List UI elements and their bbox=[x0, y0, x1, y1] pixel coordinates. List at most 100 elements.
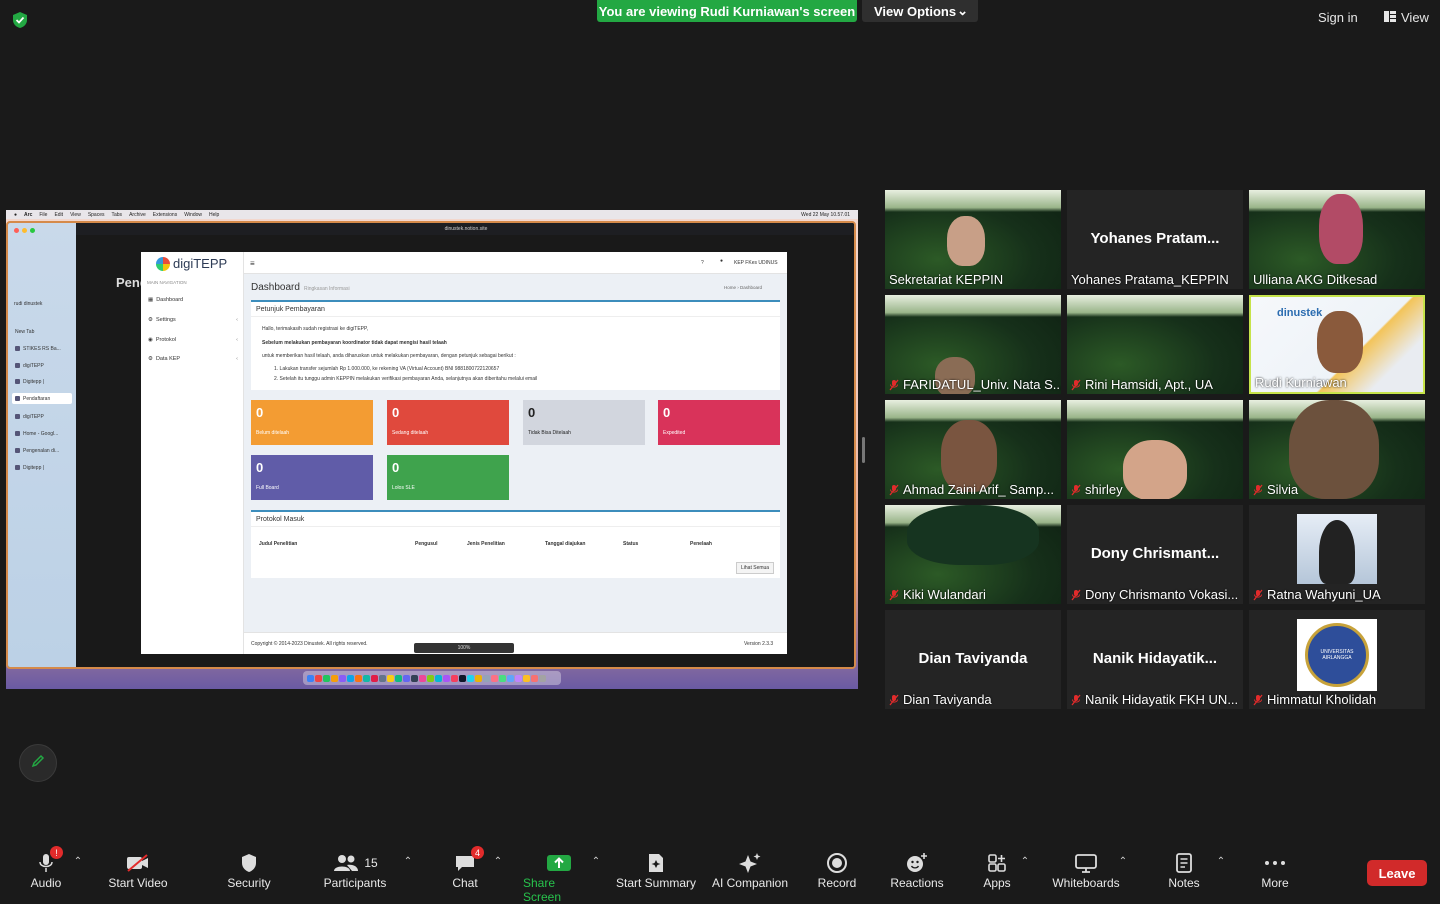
participant-tile[interactable]: Ratna Wahyuni_UA bbox=[1249, 505, 1425, 604]
participant-name-large: Yohanes Pratam... bbox=[1090, 230, 1220, 247]
dock-app-icon[interactable] bbox=[459, 674, 466, 682]
reactions-button[interactable]: Reactions bbox=[888, 850, 946, 890]
arc-tab[interactable]: Digitepp | bbox=[12, 462, 72, 473]
dock-app-icon[interactable] bbox=[355, 674, 362, 682]
zoom-control[interactable]: 100% bbox=[414, 643, 514, 653]
dock-app-icon[interactable] bbox=[347, 674, 354, 682]
dock-app-icon[interactable] bbox=[419, 674, 426, 682]
dock-app-icon[interactable] bbox=[315, 674, 322, 682]
participant-tile[interactable]: Dian Taviyanda Dian Taviyanda bbox=[885, 610, 1061, 709]
tile-sedang-ditelaah[interactable]: 0 Sedang ditelaah bbox=[387, 400, 509, 445]
participant-tile[interactable]: Rini Hamsidi, Apt., UA bbox=[1067, 295, 1243, 394]
apps-button[interactable]: Apps bbox=[980, 850, 1014, 890]
url-bar[interactable]: dinustek.notion.site bbox=[76, 223, 854, 235]
dock-app-icon[interactable] bbox=[403, 674, 410, 682]
arc-tab[interactable]: STIKES RS Ba... bbox=[12, 343, 72, 354]
tile-expedited[interactable]: 0 Expedited bbox=[658, 400, 780, 445]
warning-text: Sebelum melakukan pembayaran koordinator… bbox=[262, 340, 447, 346]
tile-lolos-sle[interactable]: 0 Lolos SLE bbox=[387, 455, 509, 500]
dock-app-icon[interactable] bbox=[443, 674, 450, 682]
participant-tile[interactable]: UNIVERSITAS AIRLANGGA Himmatul Kholidah bbox=[1249, 610, 1425, 709]
dock-app-icon[interactable] bbox=[491, 674, 498, 682]
participant-tile[interactable]: Yohanes Pratam... Yohanes Pratama_KEPPIN bbox=[1067, 190, 1243, 289]
dock-app-icon[interactable] bbox=[539, 674, 546, 682]
viewing-screen-banner: You are viewing Rudi Kurniawan's screen bbox=[597, 0, 857, 22]
dock-app-icon[interactable] bbox=[451, 674, 458, 682]
dock-app-icon[interactable] bbox=[515, 674, 522, 682]
dock-app-icon[interactable] bbox=[339, 674, 346, 682]
view-options-button[interactable]: View Options ⌄ bbox=[862, 0, 978, 22]
user-name[interactable]: KEP FKes UDINUS bbox=[734, 260, 778, 266]
dock-app-icon[interactable] bbox=[331, 674, 338, 682]
arc-tab[interactable]: digiTEPP bbox=[12, 411, 72, 422]
dock-app-icon[interactable] bbox=[371, 674, 378, 682]
dock-app-icon[interactable] bbox=[363, 674, 370, 682]
nav-data-kep[interactable]: ⚙ Data KEP ‹ bbox=[148, 356, 238, 362]
dock-app-icon[interactable] bbox=[475, 674, 482, 682]
dock-app-icon[interactable] bbox=[387, 674, 394, 682]
split-divider[interactable] bbox=[862, 437, 865, 463]
arc-tab[interactable]: Home - Googl... bbox=[12, 428, 72, 439]
dock-app-icon[interactable] bbox=[499, 674, 506, 682]
arc-tab[interactable]: Pengenalan di... bbox=[12, 445, 72, 456]
leave-button[interactable]: Leave bbox=[1367, 860, 1427, 886]
encryption-shield-icon[interactable] bbox=[10, 10, 30, 30]
whiteboards-button[interactable]: Whiteboards bbox=[1050, 850, 1122, 890]
start-summary-button[interactable]: Start Summary bbox=[615, 850, 697, 890]
dock-app-icon[interactable] bbox=[531, 674, 538, 682]
dock-app-icon[interactable] bbox=[411, 674, 418, 682]
more-button[interactable]: More bbox=[1259, 850, 1291, 890]
annotate-pencil-button[interactable] bbox=[19, 744, 57, 782]
hamburger-icon[interactable]: ≡ bbox=[250, 259, 255, 268]
audio-button[interactable]: ! Audio bbox=[29, 846, 63, 890]
dock-app-icon[interactable] bbox=[395, 674, 402, 682]
start-video-button[interactable]: Start Video bbox=[106, 850, 170, 890]
share-screen-button[interactable]: Share Screen bbox=[523, 850, 595, 904]
arc-tab[interactable]: Digitepp | bbox=[12, 376, 72, 387]
digitepp-logo[interactable]: digiTEPP bbox=[156, 256, 227, 271]
view-button[interactable]: View bbox=[1384, 10, 1429, 25]
dock-app-icon[interactable] bbox=[323, 674, 330, 682]
dock-app-icon[interactable] bbox=[307, 674, 314, 682]
tile-tidak-bisa-ditelaah[interactable]: 0 Tidak Bisa Ditelaah bbox=[523, 400, 645, 445]
participant-tile[interactable]: Ulliana AKG Ditkesad bbox=[1249, 190, 1425, 289]
participant-tile[interactable]: Sekretariat KEPPIN bbox=[885, 190, 1061, 289]
participant-tile[interactable]: FARIDATUL_Univ. Nata S... bbox=[885, 295, 1061, 394]
participants-button[interactable]: 15 Participants bbox=[322, 850, 388, 890]
participant-tile[interactable]: Kiki Wulandari bbox=[885, 505, 1061, 604]
participant-tile[interactable]: dinustek Rudi Kurniawan bbox=[1249, 295, 1425, 394]
breadcrumb[interactable]: Home › Dashboard bbox=[724, 285, 762, 290]
ai-companion-button[interactable]: AI Companion bbox=[710, 850, 790, 890]
nav-label: Dashboard bbox=[156, 297, 184, 303]
arc-tab-active[interactable]: Pendaftaran bbox=[12, 393, 72, 404]
help-button[interactable]: ? bbox=[701, 260, 704, 266]
dock-app-icon[interactable] bbox=[483, 674, 490, 682]
participant-tile[interactable]: Silvia bbox=[1249, 400, 1425, 499]
nav-dashboard[interactable]: ▦ Dashboard bbox=[148, 297, 238, 303]
notes-button[interactable]: Notes bbox=[1165, 850, 1203, 890]
dock-app-icon[interactable] bbox=[523, 674, 530, 682]
dock-app-icon[interactable] bbox=[379, 674, 386, 682]
chat-button[interactable]: 4 Chat bbox=[451, 846, 484, 890]
participant-tile[interactable]: Nanik Hidayatik... Nanik Hidayatik FKH UN… bbox=[1067, 610, 1243, 709]
record-button[interactable]: Record bbox=[815, 850, 859, 890]
menubar-item: Window bbox=[184, 211, 203, 218]
dock-app-icon[interactable] bbox=[467, 674, 474, 682]
arc-tab[interactable]: digiTEPP bbox=[12, 360, 72, 371]
dock-app-icon[interactable] bbox=[507, 674, 514, 682]
participant-tile[interactable]: Dony Chrismant... Dony Chrismanto Vokasi.… bbox=[1067, 505, 1243, 604]
participant-name-text: Ratna Wahyuni_UA bbox=[1267, 587, 1381, 602]
intro-text: untuk memberikan hasil telaah, anda diha… bbox=[262, 353, 516, 359]
participant-tile[interactable]: shirley bbox=[1067, 400, 1243, 499]
tile-belum-ditelaah[interactable]: 0 Belum ditelaah bbox=[251, 400, 373, 445]
security-button[interactable]: Security bbox=[226, 850, 272, 890]
arc-tab[interactable]: New Tab bbox=[12, 326, 72, 337]
nav-protokol[interactable]: ◉ Protokol ‹ bbox=[148, 337, 238, 343]
participant-tile[interactable]: Ahmad Zaini Arif_ Samp... bbox=[885, 400, 1061, 499]
dock-app-icon[interactable] bbox=[427, 674, 434, 682]
dock-app-icon[interactable] bbox=[435, 674, 442, 682]
see-all-button[interactable]: Lihat Semua bbox=[736, 562, 775, 574]
tile-full-board[interactable]: 0 Full Board bbox=[251, 455, 373, 500]
nav-settings[interactable]: ⚙ Settings ‹ bbox=[148, 317, 238, 323]
sign-in-link[interactable]: Sign in bbox=[1318, 10, 1358, 25]
